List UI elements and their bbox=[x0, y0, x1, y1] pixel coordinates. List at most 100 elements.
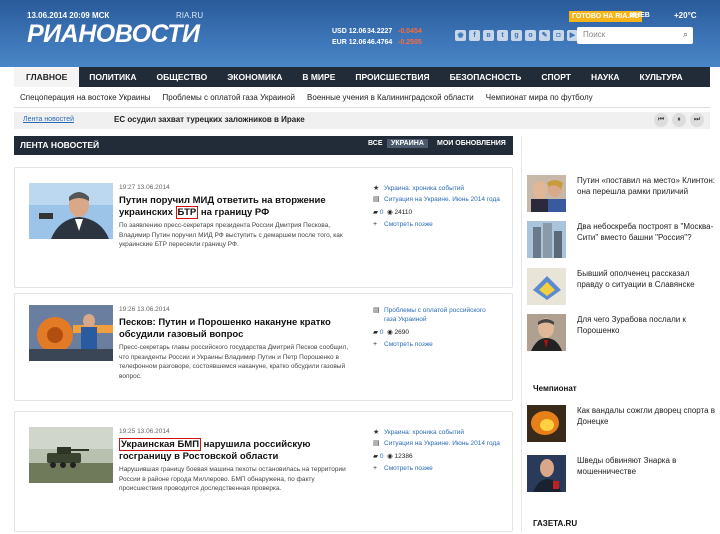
ticker-link[interactable]: Лента новостей bbox=[23, 116, 74, 123]
right-news-item[interactable]: Для чего Зурабова послали к Порошенко bbox=[527, 314, 717, 354]
tv-link[interactable]: ИНЕВ bbox=[630, 12, 650, 19]
comment-icon[interactable]: ▰ bbox=[373, 329, 378, 336]
star-icon[interactable]: ★ bbox=[373, 428, 379, 437]
search-icon[interactable]: ⌕ bbox=[683, 29, 688, 40]
weather-temperature[interactable]: +20°С bbox=[674, 11, 697, 20]
views-count: 12386 bbox=[394, 453, 413, 460]
news-item: 19:26 13.06.2014 Песков: Путин и Порошен… bbox=[14, 293, 513, 401]
right-news-thumbnail[interactable] bbox=[527, 221, 566, 258]
news-item: 19:27 13.06.2014 Путин поручил МИД ответ… bbox=[14, 167, 513, 288]
watch-later-link[interactable]: Смотреть позже bbox=[384, 465, 433, 472]
views-count: 24110 bbox=[394, 209, 413, 216]
main-nav: ГЛАВНОЕ ПОЛИТИКА ОБЩЕСТВО ЭКОНОМИКА В МИРЕ ПР… bbox=[14, 67, 710, 87]
watch-later-link[interactable]: Смотреть позже bbox=[384, 221, 433, 228]
comment-icon[interactable]: ▰ bbox=[373, 209, 378, 216]
vk-icon[interactable]: в bbox=[483, 30, 494, 41]
filter-my-updates[interactable]: МОИ ОБНОВЛЕНИЯ bbox=[437, 140, 506, 147]
nav-item[interactable]: БЕЗОПАСНОСТЬ bbox=[440, 67, 532, 87]
nav-item[interactable]: ПОЛИТИКА bbox=[79, 67, 146, 87]
facebook-icon[interactable]: f bbox=[469, 30, 480, 41]
topic-link[interactable]: Проблемы с оплатой газа Украиной bbox=[157, 87, 302, 107]
news-thumbnail[interactable] bbox=[29, 305, 113, 361]
tag-link[interactable]: Ситуация на Украине. Июнь 2014 года bbox=[384, 440, 500, 447]
right-news-thumbnail[interactable] bbox=[527, 314, 566, 351]
comments-count[interactable]: 0 bbox=[380, 209, 384, 216]
odnoklassniki-icon[interactable]: о bbox=[525, 30, 536, 41]
star-icon[interactable]: ★ bbox=[373, 184, 379, 193]
right-news-item[interactable]: Путин «поставил на место» Клинтон: она п… bbox=[527, 175, 717, 215]
ticker-text[interactable]: ЕС осудил захват турецких заложников в И… bbox=[114, 115, 305, 124]
news-meta: ★ Украина: хроника событий ▤ Ситуация на У… bbox=[373, 184, 503, 229]
right-news-item[interactable]: Шведы обвиняют Знарка в мошенничестве bbox=[527, 455, 717, 495]
site-logo[interactable]: РИАНОВОСТИ bbox=[27, 20, 200, 49]
news-desc: По заявлению пресс-секретаря президента … bbox=[119, 222, 343, 248]
nav-item[interactable]: ЭКОНОМИКА bbox=[217, 67, 292, 87]
tag-link[interactable]: Ситуация на Украине. Июнь 2014 года bbox=[384, 196, 500, 203]
currency-values: 34.2227 46.4764 bbox=[367, 28, 393, 46]
news-desc: Пресс-секретарь главы российского госуда… bbox=[119, 344, 349, 380]
site-domain: RIA.RU bbox=[176, 11, 204, 20]
comment-icon[interactable]: ▰ bbox=[373, 453, 378, 460]
right-news-thumbnail[interactable] bbox=[527, 455, 566, 492]
news-thumbnail[interactable] bbox=[29, 183, 113, 239]
comments-count[interactable]: 0 bbox=[380, 453, 384, 460]
views-count: 2690 bbox=[394, 329, 410, 336]
twitter-icon[interactable]: t bbox=[497, 30, 508, 41]
right-news-item[interactable]: Два небоскреба построят в "Москва-Сити" … bbox=[527, 221, 717, 261]
livejournal-icon[interactable]: ✎ bbox=[539, 30, 550, 41]
gplus-icon[interactable]: g bbox=[511, 30, 522, 41]
pause-icon[interactable]: ⏸ bbox=[672, 113, 686, 127]
news-thumbnail[interactable] bbox=[29, 427, 113, 483]
doc-icon: ▤ bbox=[373, 440, 380, 447]
tag-link[interactable]: Проблемы с оплатой российского газа Укра… bbox=[384, 307, 486, 323]
eye-icon: ◉ bbox=[387, 329, 393, 336]
highlight-box: Украинская БМП bbox=[119, 438, 202, 451]
watch-later-link[interactable]: Смотреть позже bbox=[384, 341, 433, 348]
news-ticker: Лента новостей ЕС осудил захват турецких… bbox=[14, 112, 710, 129]
plus-icon[interactable]: + bbox=[373, 464, 377, 473]
instagram-icon[interactable]: ◘ bbox=[553, 30, 564, 41]
news-time: 19:27 13.06.2014 bbox=[119, 184, 170, 191]
news-title[interactable]: Украинская БМП нарушила российскую госгр… bbox=[119, 438, 364, 463]
topic-link[interactable]: Военные учения в Калининградской области bbox=[301, 87, 480, 107]
doc-icon: ▤ bbox=[373, 196, 380, 203]
nav-item[interactable]: ОБЩЕСТВО bbox=[147, 67, 218, 87]
nav-item[interactable]: КУЛЬТУРА bbox=[630, 67, 693, 87]
topic-link[interactable]: Спецоперация на востоке Украины bbox=[14, 87, 157, 107]
currency-changes: -0.0454 -0.2505 bbox=[398, 28, 422, 46]
nav-item[interactable]: В МИРЕ bbox=[292, 67, 345, 87]
plus-icon[interactable]: + bbox=[373, 340, 377, 349]
plus-icon[interactable]: + bbox=[373, 220, 377, 229]
right-section-title[interactable]: Чемпионат bbox=[533, 384, 577, 393]
topic-nav: Спецоперация на востоке Украины Проблемы … bbox=[14, 87, 710, 108]
nav-item[interactable]: ГЛАВНОЕ bbox=[14, 67, 80, 87]
right-news-thumbnail[interactable] bbox=[527, 268, 566, 305]
currency-labels: USD 12.06 EUR 12.06 bbox=[332, 28, 367, 46]
news-time: 19:26 13.06.2014 bbox=[119, 306, 170, 313]
site-header: 13.06.2014 20:09 МСК RIA.RU РИАНОВОСТИ U… bbox=[0, 0, 720, 67]
right-news-item[interactable]: Как вандалы сожгли дворец спорта в Донец… bbox=[527, 405, 717, 445]
prev-icon[interactable]: ⏮ bbox=[654, 113, 668, 127]
doc-icon: ▤ bbox=[373, 307, 380, 314]
filter-ukraine[interactable]: УКРАИНА bbox=[387, 139, 428, 148]
right-news-item[interactable]: Бывший ополченец рассказал правду о ситу… bbox=[527, 268, 717, 308]
topic-link[interactable]: Чемпионат мира по футболу bbox=[480, 87, 599, 107]
tag-link[interactable]: Украина: хроника событий bbox=[384, 429, 464, 436]
highlight-box: БТР bbox=[175, 206, 199, 219]
news-item: 19:25 13.06.2014 Украинская БМП нарушила… bbox=[14, 411, 513, 532]
nav-item[interactable]: ПРОИСШЕСТВИЯ bbox=[345, 67, 439, 87]
next-icon[interactable]: ⏭ bbox=[690, 113, 704, 127]
news-title[interactable]: Песков: Путин и Порошенко накануне кратк… bbox=[119, 317, 364, 341]
tag-link[interactable]: Украина: хроника событий bbox=[384, 185, 464, 192]
right-news-thumbnail[interactable] bbox=[527, 175, 566, 212]
rss-icon[interactable]: ◉ bbox=[455, 30, 466, 41]
comments-count[interactable]: 0 bbox=[380, 329, 384, 336]
gazeta-title[interactable]: ГАЗЕТА.RU bbox=[533, 519, 577, 528]
filter-all[interactable]: ВСЕ bbox=[368, 140, 383, 147]
nav-item[interactable]: СПОРТ bbox=[531, 67, 581, 87]
nav-item[interactable]: НАУКА bbox=[581, 67, 630, 87]
right-news-thumbnail[interactable] bbox=[527, 405, 566, 442]
news-title[interactable]: Путин поручил МИД ответить на вторжение … bbox=[119, 195, 364, 219]
news-time: 19:25 13.06.2014 bbox=[119, 428, 170, 435]
search-input[interactable]: Поиск ⌕ bbox=[577, 27, 693, 44]
